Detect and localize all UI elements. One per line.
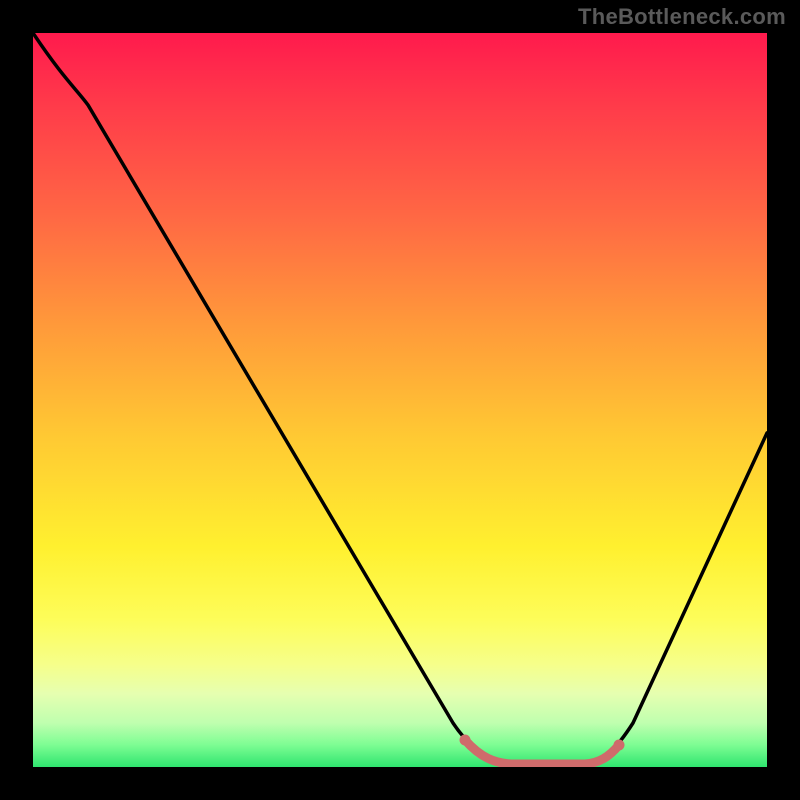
bottleneck-curve xyxy=(33,33,767,767)
chart-frame: TheBottleneck.com xyxy=(0,0,800,800)
plot-area xyxy=(33,33,767,767)
trough-start-dot xyxy=(460,735,471,746)
curve-path xyxy=(33,33,767,763)
trough-end-dot xyxy=(614,740,625,751)
trough-marker xyxy=(465,740,619,764)
attribution-text: TheBottleneck.com xyxy=(578,4,786,30)
